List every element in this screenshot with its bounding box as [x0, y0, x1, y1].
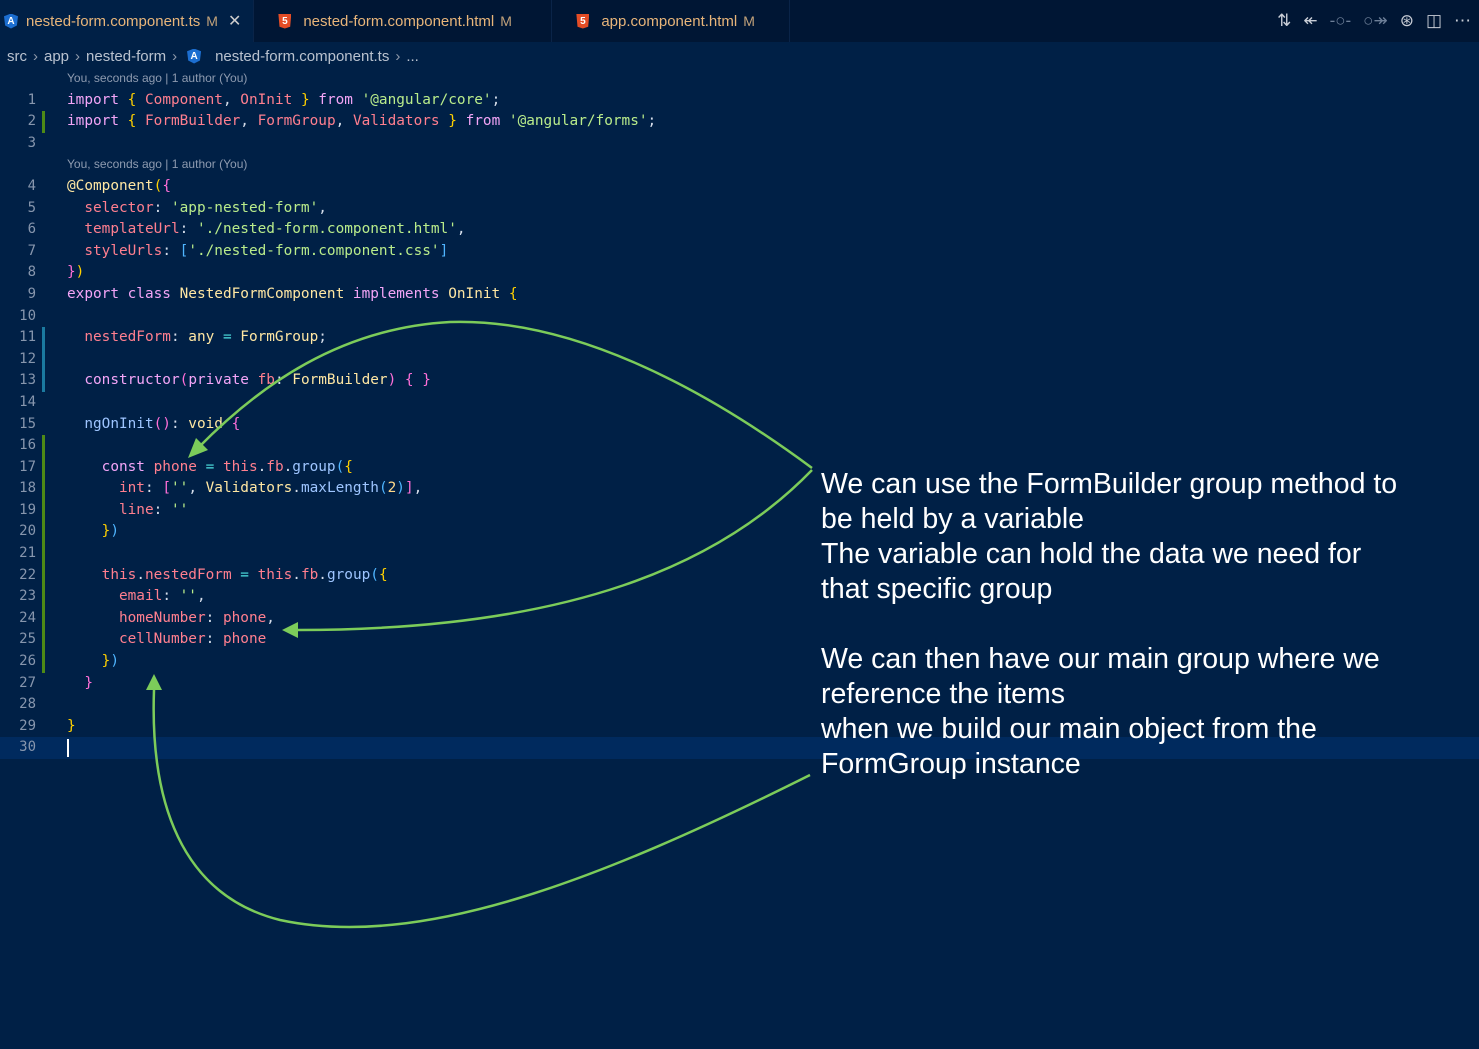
arrow-to-home-number: [297, 469, 813, 632]
arrowhead: [146, 674, 162, 690]
arrow-to-phone-const: [197, 320, 813, 470]
arrow-to-nested-form: [152, 689, 811, 929]
annotation-text: We can use the FormBuilder group method …: [821, 468, 1398, 780]
arrowhead: [282, 622, 298, 638]
